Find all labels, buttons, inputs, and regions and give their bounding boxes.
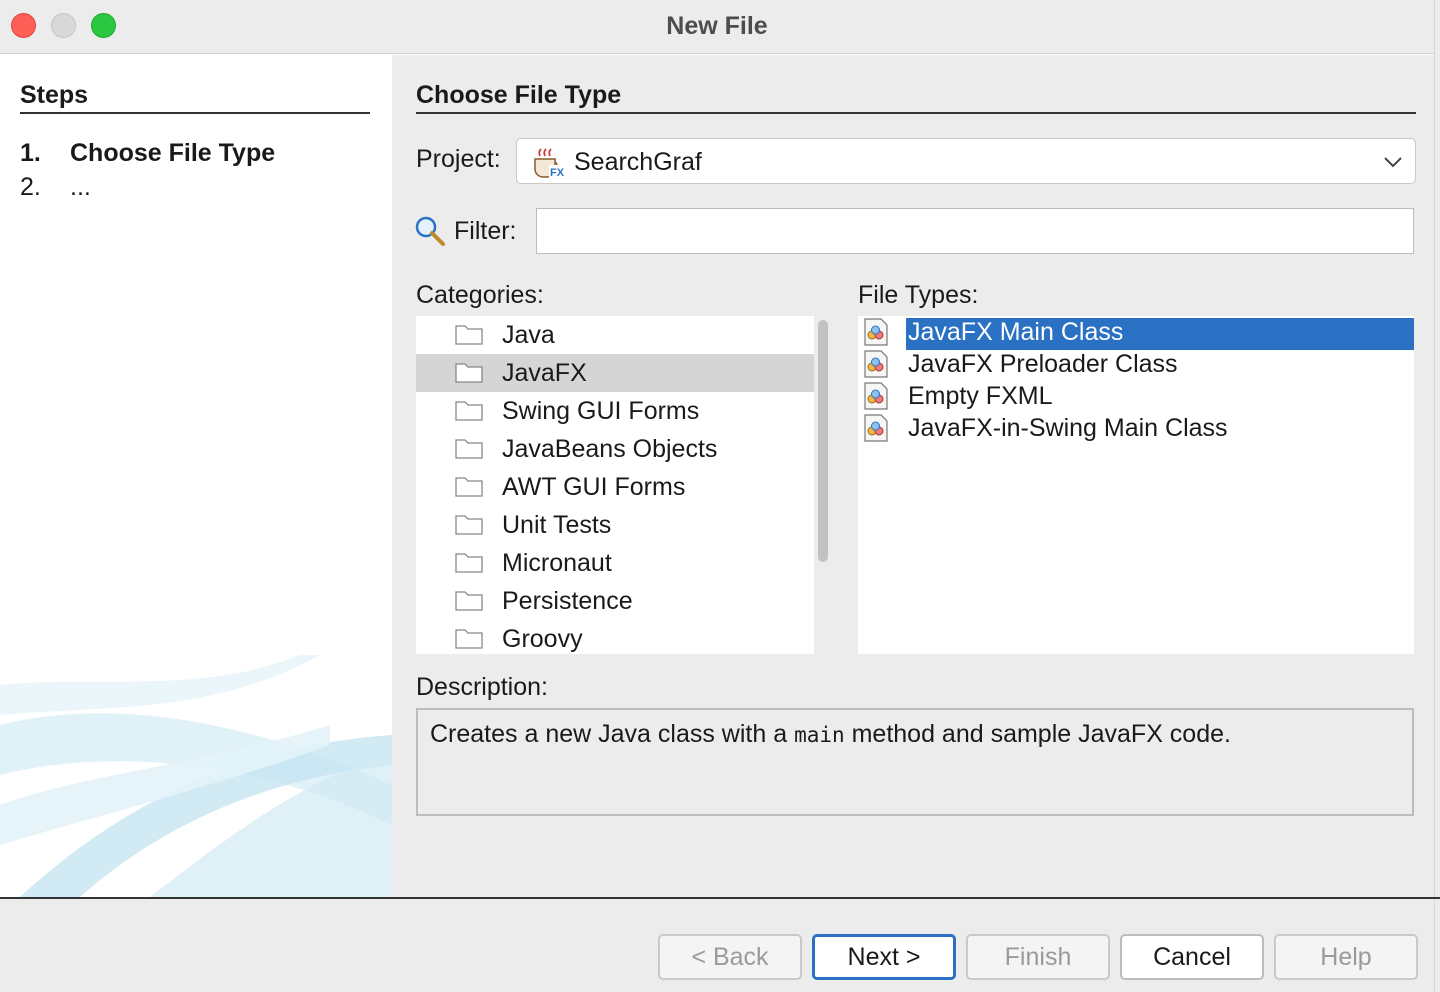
folder-icon <box>455 629 483 649</box>
category-label: Micronaut <box>502 549 612 577</box>
button-bar: < Back Next > Finish Cancel Help <box>0 899 1434 992</box>
project-label: Project: <box>416 145 501 173</box>
category-label: JavaFX <box>502 359 587 387</box>
step-item-1: 1. Choose File Type <box>20 139 275 168</box>
category-item-micronaut[interactable]: Micronaut <box>416 544 814 582</box>
folder-icon <box>455 325 483 345</box>
svg-text:FX: FX <box>550 167 565 179</box>
step-label: ... <box>70 173 91 201</box>
project-value: SearchGraf <box>574 148 702 176</box>
folder-icon <box>455 477 483 497</box>
window-title: New File <box>666 12 768 40</box>
steps-heading: Steps <box>20 81 89 109</box>
category-label: Java <box>502 321 555 349</box>
category-item-javabeans-objects[interactable]: JavaBeans Objects <box>416 430 814 468</box>
category-item-persistence[interactable]: Persistence <box>416 582 814 620</box>
chevron-down-icon <box>1384 157 1402 168</box>
folder-icon <box>455 553 483 573</box>
decorative-swoosh-graphic <box>0 655 392 897</box>
category-label: Persistence <box>502 587 633 615</box>
step-label: Choose File Type <box>70 139 276 167</box>
file-type-item-javafx-preloader-class[interactable]: JavaFX Preloader Class <box>858 348 1414 380</box>
search-icon <box>415 216 445 246</box>
file-type-item-javafx-in-swing-main-class[interactable]: JavaFX-in-Swing Main Class <box>858 412 1414 444</box>
file-type-label: Empty FXML <box>908 382 1053 410</box>
description-code: main <box>794 723 845 747</box>
help-button[interactable]: Help <box>1274 934 1418 980</box>
folder-icon <box>455 401 483 421</box>
step-item-2: 2.... <box>20 173 91 202</box>
category-item-swing-gui-forms[interactable]: Swing GUI Forms <box>416 392 814 430</box>
category-label: Unit Tests <box>502 511 612 539</box>
step-number: 1. <box>20 139 41 167</box>
page-title: Choose File Type <box>416 81 622 109</box>
category-label: Swing GUI Forms <box>502 397 700 425</box>
category-item-awt-gui-forms[interactable]: AWT GUI Forms <box>416 468 814 506</box>
category-label: AWT GUI Forms <box>502 473 686 501</box>
category-item-unit-tests[interactable]: Unit Tests <box>416 506 814 544</box>
javafx-project-icon: FX <box>534 148 566 179</box>
steps-panel: Steps 1. Choose File Type 2.... <box>0 55 392 897</box>
java-class-file-icon <box>864 350 888 378</box>
folder-icon <box>455 515 483 535</box>
category-label: Groovy <box>502 625 583 653</box>
file-types-label: File Types: <box>858 281 979 309</box>
next-button[interactable]: Next > <box>812 934 956 980</box>
title-divider <box>416 112 1416 114</box>
description-text: Creates a new Java class with a main met… <box>430 720 1231 749</box>
file-type-item-javafx-main-class[interactable]: JavaFX Main Class <box>858 316 1414 350</box>
file-type-label: JavaFX Preloader Class <box>908 350 1178 378</box>
category-item-groovy[interactable]: Groovy <box>416 620 814 654</box>
category-item-javafx[interactable]: JavaFX <box>416 354 814 392</box>
main-panel: Choose File Type Project: FX SearchGraf … <box>392 55 1434 897</box>
file-type-label: JavaFX-in-Swing Main Class <box>908 414 1228 442</box>
description-after: method and sample JavaFX code. <box>844 720 1231 748</box>
finish-button[interactable]: Finish <box>966 934 1110 980</box>
java-class-file-icon <box>864 414 888 442</box>
step-number: 2. <box>20 173 41 201</box>
file-type-item-empty-fxml[interactable]: Empty FXML <box>858 380 1414 412</box>
fxml-file-icon <box>864 382 888 410</box>
project-select[interactable]: FX SearchGraf <box>516 138 1416 184</box>
category-item-java[interactable]: Java <box>416 316 814 354</box>
category-label: JavaBeans Objects <box>502 435 718 463</box>
description-before: Creates a new Java class with a <box>430 720 795 748</box>
window-edge <box>1434 0 1440 992</box>
filter-label: Filter: <box>454 217 517 245</box>
steps-divider <box>20 112 370 114</box>
title-bar: New File <box>0 0 1440 54</box>
description-label: Description: <box>416 673 548 701</box>
categories-scrollbar[interactable] <box>818 320 828 562</box>
java-class-file-icon <box>864 318 888 346</box>
file-types-list[interactable]: JavaFX Main Class JavaFX Preloader Class… <box>858 316 1414 654</box>
filter-input[interactable] <box>536 208 1414 254</box>
categories-list[interactable]: Java JavaFX Swing GUI Forms JavaBeans Ob… <box>416 316 814 654</box>
cancel-button[interactable]: Cancel <box>1120 934 1264 980</box>
file-type-label: JavaFX Main Class <box>906 318 1414 350</box>
folder-icon <box>455 363 483 383</box>
categories-label: Categories: <box>416 281 544 309</box>
folder-icon <box>455 591 483 611</box>
back-button[interactable]: < Back <box>658 934 802 980</box>
description-box: Creates a new Java class with a main met… <box>416 708 1414 816</box>
folder-icon <box>455 439 483 459</box>
